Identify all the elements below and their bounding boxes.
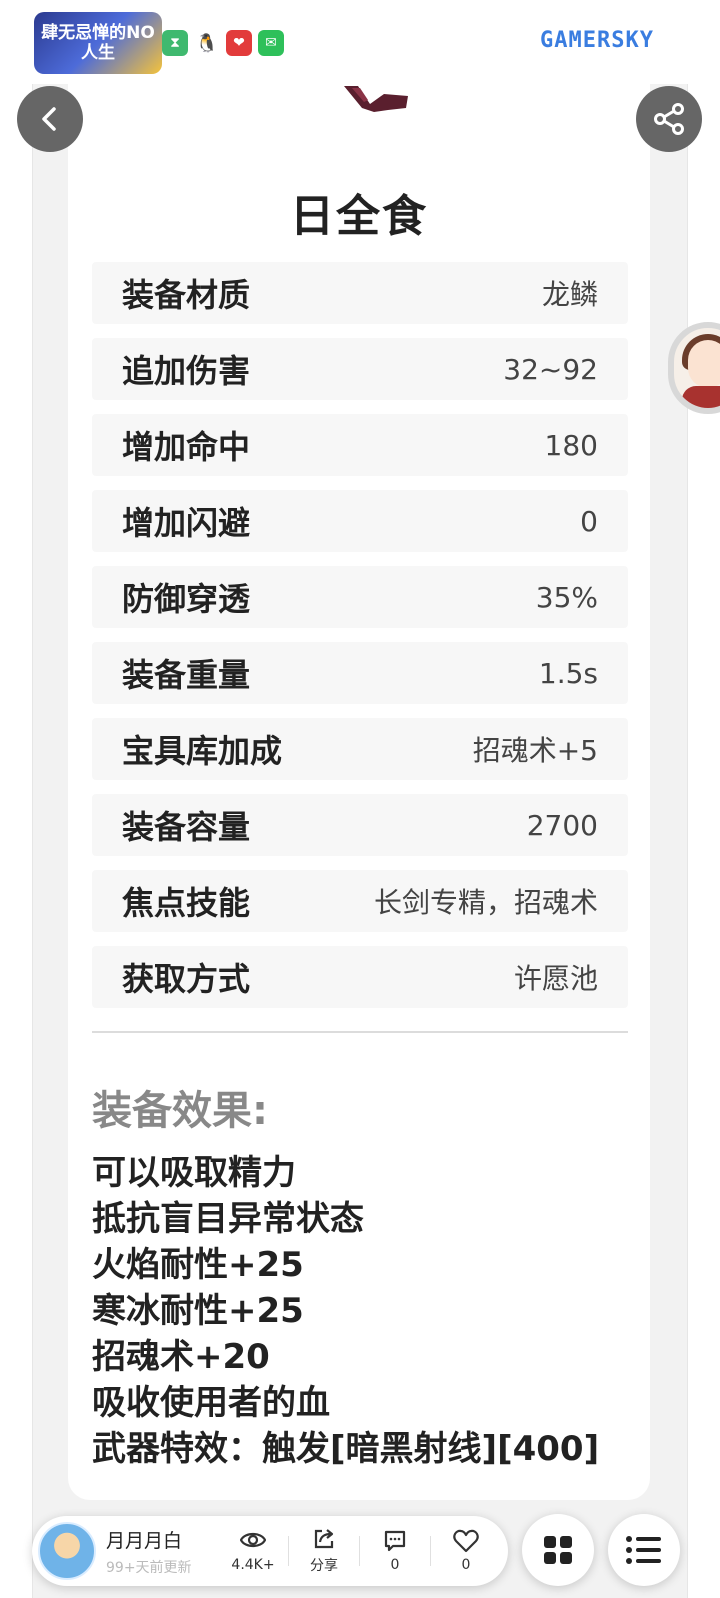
attribute-value: 许愿池 xyxy=(513,962,598,995)
comment-action[interactable]: 0 xyxy=(360,1529,430,1573)
attribute-row: 防御穿透 35% xyxy=(92,566,628,628)
share-icon xyxy=(654,103,684,135)
effect-item: 火焰耐性+25 xyxy=(92,1245,304,1285)
attribute-label: 获取方式 xyxy=(122,960,251,998)
item-image xyxy=(344,86,408,112)
site-logo[interactable]: 肆无忌惮的NO人生 xyxy=(34,12,162,74)
menu-button[interactable] xyxy=(608,1514,680,1586)
qq-penguin-icon[interactable]: 🐧 xyxy=(194,30,220,56)
attribute-label: 装备容量 xyxy=(122,808,251,846)
attribute-row: 装备材质 龙鳞 xyxy=(92,262,628,324)
attribute-value: 180 xyxy=(544,428,598,462)
attribute-row: 增加命中 180 xyxy=(92,414,628,476)
apps-grid-icon xyxy=(544,1536,572,1564)
top-header: 肆无忌惮的NO人生 ⧗ 🐧 ❤ ✉ GAMERSKY xyxy=(0,0,720,84)
author-info[interactable]: 月月月白 99+天前更新 xyxy=(106,1526,218,1577)
share-arrow-icon xyxy=(314,1529,334,1549)
attribute-label: 焦点技能 xyxy=(122,884,251,922)
attribute-row: 追加伤害 32~92 xyxy=(92,338,628,400)
hourglass-icon[interactable]: ⧗ xyxy=(162,30,188,56)
attribute-value: 长剑专精，招魂术 xyxy=(373,886,598,919)
attribute-row: 宝具库加成 招魂术+5 xyxy=(92,718,628,780)
attribute-label: 追加伤害 xyxy=(122,352,251,390)
attribute-label: 增加命中 xyxy=(122,428,251,466)
attribute-label: 装备材质 xyxy=(122,276,251,314)
views-stat: 4.4K+ xyxy=(218,1529,288,1573)
list-menu-icon xyxy=(626,1536,661,1564)
effect-item: 吸收使用者的血 xyxy=(92,1383,330,1423)
attribute-row: 获取方式 许愿池 xyxy=(92,946,628,1008)
author-avatar[interactable] xyxy=(38,1522,96,1580)
bottom-action-bar: 月月月白 99+天前更新 4.4K+ 分享 0 0 xyxy=(32,1516,508,1586)
effect-item: 可以吸取精力 xyxy=(92,1153,296,1193)
wechat-icon[interactable]: ✉ xyxy=(258,30,284,56)
attribute-value: 1.5s xyxy=(538,656,598,690)
back-button[interactable] xyxy=(17,86,83,152)
like-action[interactable]: 0 xyxy=(431,1529,501,1573)
effect-item: 招魂术+20 xyxy=(92,1337,270,1377)
attribute-value: 35% xyxy=(535,580,598,614)
share-button[interactable] xyxy=(636,86,702,152)
attribute-label: 宝具库加成 xyxy=(122,732,283,770)
attribute-row: 装备容量 2700 xyxy=(92,794,628,856)
chevron-left-icon xyxy=(42,107,56,131)
effect-item: 抵抗盲目异常状态 xyxy=(92,1199,364,1239)
effect-list: 可以吸取精力 抵抗盲目异常状态 火焰耐性+25 寒冰耐性+25 招魂术+20 吸… xyxy=(92,1150,652,1472)
attribute-value: 2700 xyxy=(526,808,598,842)
brand-logo[interactable]: GAMERSKY xyxy=(540,28,690,58)
attribute-value: 招魂术+5 xyxy=(472,734,598,767)
update-time: 99+天前更新 xyxy=(106,1559,192,1576)
attribute-value: 0 xyxy=(580,504,598,538)
effect-item: 寒冰耐性+25 xyxy=(92,1291,304,1331)
attribute-row: 焦点技能 长剑专精，招魂术 xyxy=(92,870,628,932)
attribute-value: 龙鳞 xyxy=(541,278,598,311)
author-name: 月月月白 xyxy=(106,1529,183,1552)
attribute-label: 防御穿透 xyxy=(122,580,251,618)
apps-button[interactable] xyxy=(522,1514,594,1586)
attribute-value: 32~92 xyxy=(503,352,598,386)
attribute-row: 装备重量 1.5s xyxy=(92,642,628,704)
item-title: 日全食 xyxy=(290,191,428,242)
share-action[interactable]: 分享 xyxy=(289,1527,359,1575)
eye-icon xyxy=(239,1532,267,1548)
effect-item: 武器特效：触发[暗黑射线][400] xyxy=(92,1429,600,1469)
section-divider xyxy=(92,1031,628,1033)
heart-icon xyxy=(453,1529,479,1553)
views-count: 4.4K+ xyxy=(231,1557,275,1573)
social-icons: ⧗ 🐧 ❤ ✉ xyxy=(162,30,284,56)
like-count: 0 xyxy=(461,1557,471,1573)
attribute-row: 增加闪避 0 xyxy=(92,490,628,552)
site-logo-text: 肆无忌惮的NO人生 xyxy=(41,23,155,63)
comment-icon xyxy=(384,1530,406,1552)
attribute-table: 装备材质 龙鳞 追加伤害 32~92 增加命中 180 增加闪避 0 防御穿透 … xyxy=(92,262,628,1022)
effect-heading: 装备效果: xyxy=(92,1088,268,1134)
heart-gift-icon[interactable]: ❤ xyxy=(226,30,252,56)
attribute-label: 增加闪避 xyxy=(122,504,251,542)
share-label: 分享 xyxy=(310,1558,338,1574)
comment-count: 0 xyxy=(390,1557,400,1573)
attribute-label: 装备重量 xyxy=(122,656,251,694)
